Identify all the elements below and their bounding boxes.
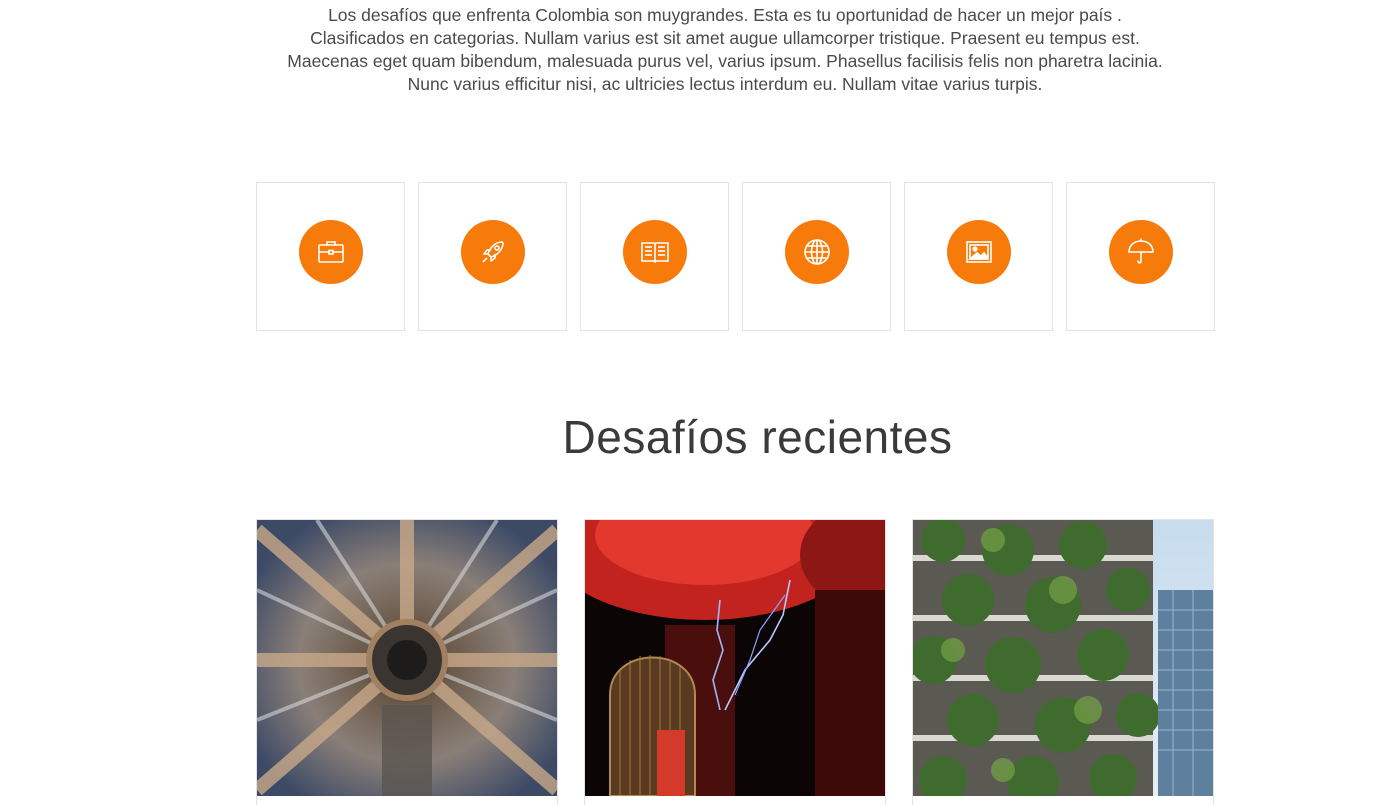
category-umbrella[interactable] — [1066, 182, 1215, 331]
tesla-coil-photo — [585, 520, 885, 796]
category-globe[interactable] — [742, 182, 891, 331]
section-title: Desafíos recientes — [562, 411, 953, 463]
intro-text: Los desafíos que enfrenta Colombia son m… — [200, 4, 1250, 96]
page: Los desafíos que enfrenta Colombia son m… — [0, 0, 1400, 805]
vertical-forest-building-photo — [913, 520, 1213, 796]
category-rocket[interactable] — [418, 182, 567, 331]
rocket-icon — [460, 219, 525, 284]
challenge-card[interactable] — [256, 519, 558, 805]
challenge-card[interactable] — [912, 519, 1214, 805]
intro-line: Clasificados en categorias. Nullam variu… — [310, 28, 1140, 48]
category-briefcase[interactable] — [256, 182, 405, 331]
intro-line: Los desafíos que enfrenta Colombia son m… — [328, 5, 1122, 25]
book-icon — [622, 219, 687, 284]
intro-line: Maecenas eget quam bibendum, malesuada p… — [287, 51, 1163, 71]
umbrella-icon — [1108, 219, 1173, 284]
globe-icon — [784, 219, 849, 284]
particle-accelerator-photo — [257, 520, 557, 796]
image-icon — [946, 219, 1011, 284]
category-book[interactable] — [580, 182, 729, 331]
challenge-card[interactable] — [584, 519, 886, 805]
category-grid — [256, 182, 1215, 331]
category-image[interactable] — [904, 182, 1053, 331]
intro-line: Nunc varius efficitur nisi, ac ultricies… — [407, 74, 1043, 94]
briefcase-icon — [298, 219, 363, 284]
recent-challenges — [256, 519, 1214, 805]
